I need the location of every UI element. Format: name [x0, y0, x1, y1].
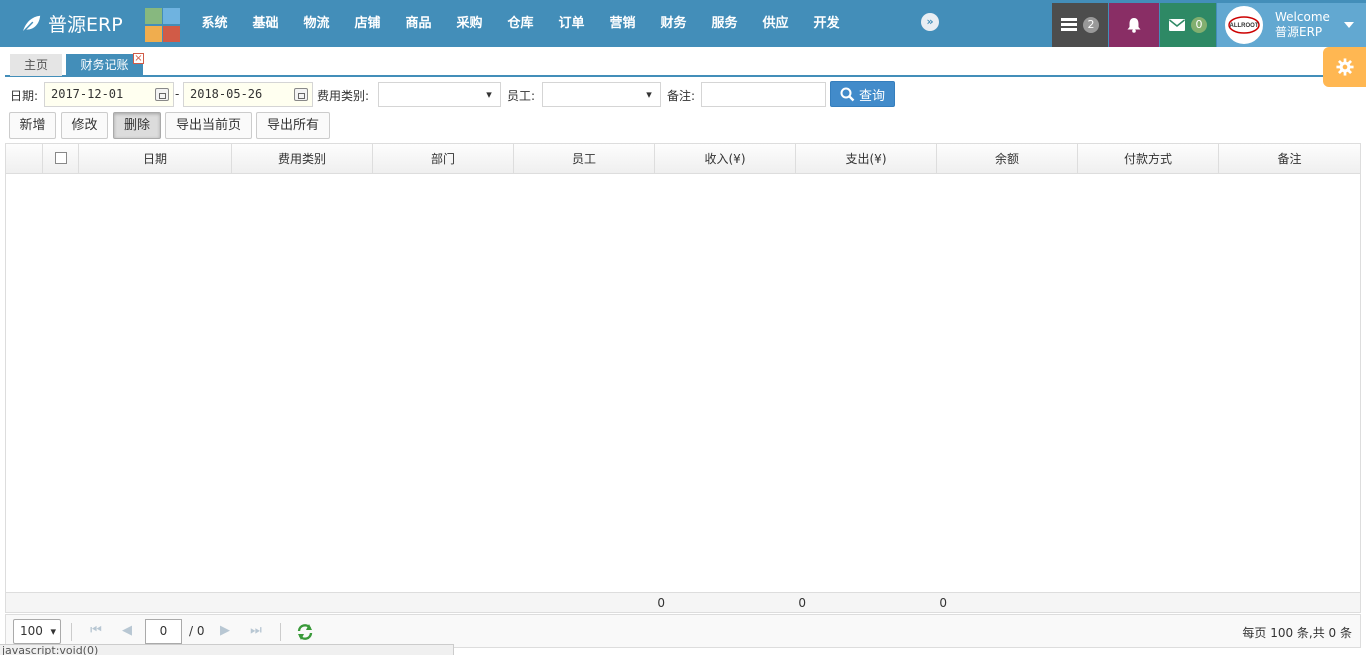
next-page-icon[interactable]: ▶	[218, 623, 232, 639]
avatar-logo: ALLROOT	[1228, 16, 1260, 34]
chevron-down-icon: ▾	[486, 88, 492, 101]
data-grid: 日期 费用类别 部门 员工 收入(¥) 支出(¥) 余额 付款方式 备注 0 0…	[5, 143, 1361, 613]
menu-item-product[interactable]: 商品	[393, 0, 444, 47]
settings-button[interactable]	[1323, 47, 1366, 87]
page-number-input[interactable]: 0	[145, 619, 182, 644]
prev-page-icon[interactable]: ◀	[120, 623, 134, 639]
bell-icon	[1127, 17, 1141, 33]
menu-item-develop[interactable]: 开发	[801, 0, 852, 47]
delete-button[interactable]: 删除	[113, 112, 161, 139]
date-to-value: 2018-05-26	[190, 87, 263, 101]
fee-type-select[interactable]: ▾	[378, 82, 501, 107]
main-menu: 系统 基础 物流 店铺 商品 采购 仓库 订单 营销 财务 服务 供应 开发	[189, 0, 852, 47]
query-button[interactable]: 查询	[830, 81, 895, 107]
menu-item-basic[interactable]: 基础	[240, 0, 291, 47]
column-header-department[interactable]: 部门	[373, 144, 514, 174]
add-button[interactable]: 新增	[9, 112, 56, 139]
last-page-icon[interactable]: ⏭	[249, 623, 263, 639]
pager-divider	[280, 623, 281, 641]
grid-totals-row: 0 0 0	[6, 592, 1360, 612]
employee-label: 员工:	[507, 89, 536, 103]
chevron-down-icon: ▾	[646, 88, 652, 101]
calendar-icon[interactable]	[294, 88, 308, 101]
avatar-text: ALLROOT	[1230, 23, 1259, 29]
page-size-select[interactable]: 100 ▾	[13, 619, 61, 644]
tab-finance-ledger[interactable]: 财务记账	[66, 54, 143, 76]
envelope-icon	[1169, 19, 1185, 31]
menu-item-order[interactable]: 订单	[546, 0, 597, 47]
brand[interactable]: 普源ERP	[20, 0, 123, 47]
column-header-remark[interactable]: 备注	[1219, 144, 1360, 174]
date-from-value: 2017-12-01	[51, 87, 124, 101]
first-page-icon[interactable]: ⏮	[89, 623, 103, 639]
tasks-button[interactable]: 2	[1052, 3, 1108, 47]
date-label: 日期:	[10, 89, 39, 103]
employee-select[interactable]: ▾	[542, 82, 661, 107]
column-header-expense[interactable]: 支出(¥)	[796, 144, 937, 174]
notifications-button[interactable]	[1109, 3, 1159, 47]
menu-item-system[interactable]: 系统	[189, 0, 240, 47]
column-header-employee[interactable]: 员工	[514, 144, 655, 174]
remark-input[interactable]	[701, 82, 826, 107]
menu-item-service[interactable]: 服务	[699, 0, 750, 47]
remark-label: 备注:	[667, 89, 696, 103]
close-tab-icon[interactable]: ×	[133, 53, 144, 64]
welcome-label: Welcome	[1275, 10, 1330, 24]
export-all-button[interactable]: 导出所有	[256, 112, 330, 139]
pager-divider	[71, 623, 72, 641]
tab-bar: 主页 财务记账	[5, 52, 1366, 77]
tab-home[interactable]: 主页	[10, 54, 62, 76]
refresh-icon[interactable]	[296, 623, 314, 641]
row-number-header	[6, 144, 43, 174]
brand-name: 普源ERP	[48, 14, 123, 36]
menu-item-store[interactable]: 店铺	[342, 0, 393, 47]
select-all-checkbox[interactable]	[55, 152, 67, 164]
mail-badge: 0	[1191, 17, 1207, 33]
date-separator: -	[175, 87, 180, 101]
gear-icon	[1335, 58, 1354, 76]
select-all-header	[43, 144, 79, 174]
chevron-down-icon: ▾	[50, 625, 56, 638]
status-bar-url: javascript:void(0)	[0, 644, 454, 655]
column-header-payment-method[interactable]: 付款方式	[1078, 144, 1219, 174]
income-total: 0	[657, 596, 665, 610]
leaf-icon	[22, 15, 41, 33]
column-header-date[interactable]: 日期	[79, 144, 232, 174]
username: 普源ERP	[1275, 25, 1323, 39]
calendar-icon[interactable]	[155, 88, 169, 101]
tasks-badge: 2	[1083, 17, 1099, 33]
balance-total: 0	[939, 596, 947, 610]
menu-item-logistics[interactable]: 物流	[291, 0, 342, 47]
date-to-input[interactable]: 2018-05-26	[183, 82, 313, 107]
query-button-label: 查询	[858, 88, 885, 104]
menu-item-supply[interactable]: 供应	[750, 0, 801, 47]
grid-header: 日期 费用类别 部门 员工 收入(¥) 支出(¥) 余额 付款方式 备注	[6, 144, 1360, 174]
tasks-icon	[1061, 18, 1077, 31]
edit-button[interactable]: 修改	[61, 112, 108, 139]
export-page-button[interactable]: 导出当前页	[165, 112, 252, 139]
pager-summary: 每页 100 条,共 0 条	[1242, 626, 1352, 640]
total-pages: / 0	[189, 624, 205, 638]
menu-item-finance[interactable]: 财务	[648, 0, 699, 47]
top-navbar: 普源ERP 系统 基础 物流 店铺 商品 采购 仓库 订单 营销 财务 服务 供…	[0, 0, 1366, 47]
user-menu[interactable]: ALLROOT Welcome 普源ERP	[1217, 3, 1366, 47]
date-from-input[interactable]: 2017-12-01	[44, 82, 174, 107]
welcome-text: Welcome 普源ERP	[1275, 10, 1330, 40]
column-header-fee-type[interactable]: 费用类别	[232, 144, 373, 174]
menu-item-purchase[interactable]: 采购	[444, 0, 495, 47]
pager: 100 ▾ ⏮ ◀ 0 / 0 ▶ ⏭ 每页 100 条,共 0 条	[5, 614, 1361, 648]
fee-type-label: 费用类别:	[317, 89, 370, 103]
column-header-balance[interactable]: 余额	[937, 144, 1078, 174]
avatar: ALLROOT	[1225, 6, 1263, 44]
expand-menu-icon[interactable]: »	[921, 13, 939, 31]
messages-button[interactable]: 0	[1160, 3, 1216, 47]
menu-item-warehouse[interactable]: 仓库	[495, 0, 546, 47]
search-icon	[840, 87, 855, 101]
page-size-value: 100	[20, 624, 43, 638]
column-header-income[interactable]: 收入(¥)	[655, 144, 796, 174]
app-logo-icon[interactable]	[145, 8, 181, 42]
menu-item-marketing[interactable]: 营销	[597, 0, 648, 47]
expense-total: 0	[798, 596, 806, 610]
caret-down-icon	[1343, 22, 1354, 28]
